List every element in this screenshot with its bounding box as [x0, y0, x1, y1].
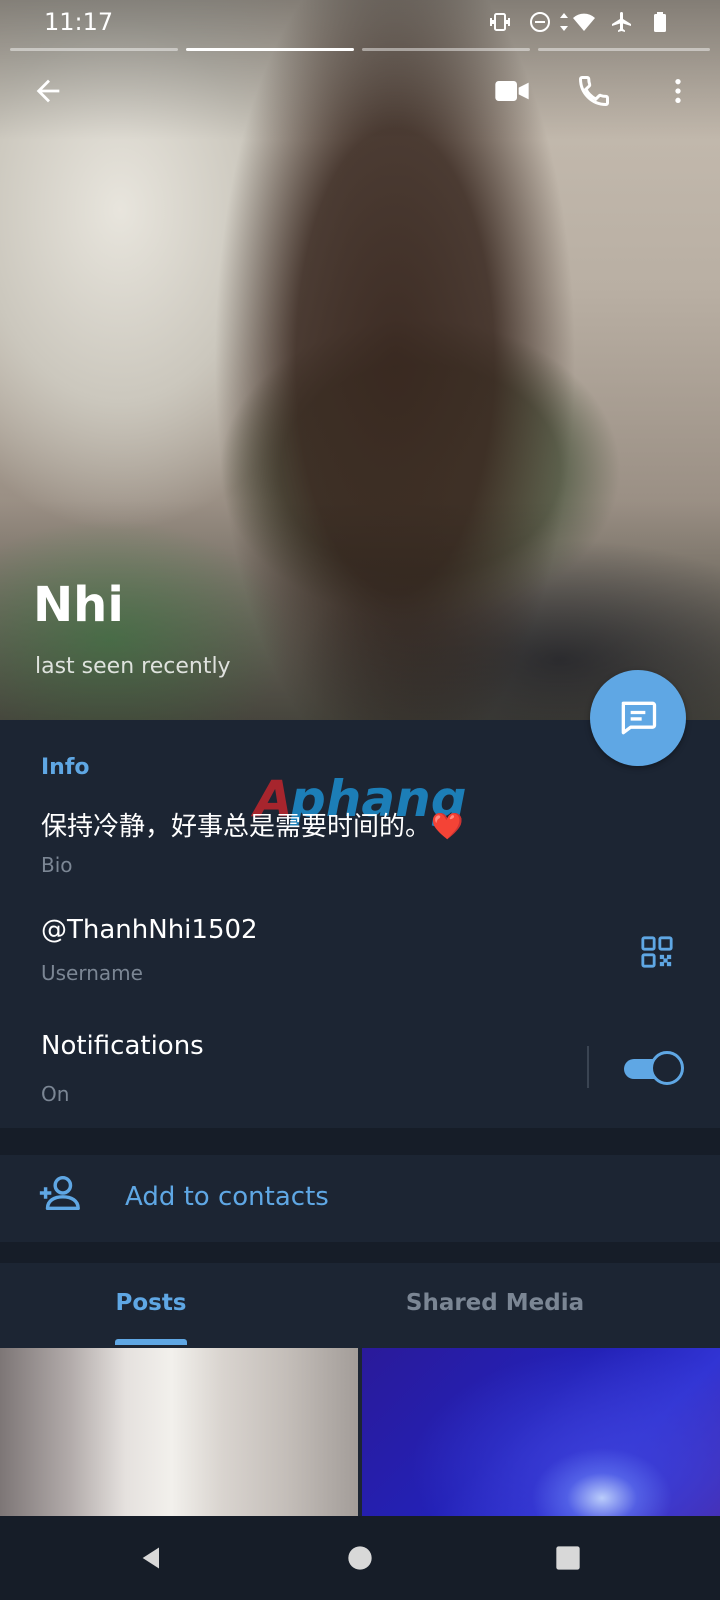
tab-shared-media[interactable]: Shared Media: [390, 1290, 600, 1316]
more-vert-icon: [675, 79, 681, 103]
story-progress-segment-active: [186, 48, 354, 51]
nav-back-icon: [142, 1547, 159, 1569]
status-time: 11:17: [44, 8, 114, 36]
toggle-knob: [650, 1051, 684, 1085]
add-to-contacts-row[interactable]: [0, 1155, 720, 1242]
battery-icon: [654, 12, 666, 32]
back-arrow-icon: [36, 79, 60, 103]
message-fab-button[interactable]: [590, 670, 686, 766]
video-call-icon: [495, 81, 529, 101]
nav-recents-button[interactable]: [538, 1528, 598, 1588]
airplane-icon: [612, 12, 631, 32]
story-progress-segment: [362, 48, 530, 51]
system-nav-bar: [0, 1516, 720, 1600]
more-options-button[interactable]: [650, 63, 706, 119]
post-thumbnail[interactable]: [0, 1348, 358, 1516]
story-progress-segment: [538, 48, 710, 51]
post-thumbnail[interactable]: [362, 1348, 720, 1516]
notifications-label[interactable]: Notifications: [41, 1031, 204, 1061]
video-call-button[interactable]: [484, 63, 540, 119]
divider: [587, 1046, 589, 1088]
info-section-title: Info: [41, 755, 90, 780]
phone-icon: [578, 76, 609, 107]
vibrate-icon: [490, 13, 510, 31]
profile-name: Nhi: [33, 577, 124, 633]
voice-call-button[interactable]: [566, 63, 622, 119]
wifi-icon: [573, 13, 595, 31]
last-seen-status: last seen recently: [35, 654, 231, 679]
add-to-contacts-button[interactable]: Add to contacts: [125, 1182, 329, 1212]
nav-home-icon: [348, 1546, 372, 1570]
section-separator: [0, 1128, 720, 1155]
username-text[interactable]: @ThanhNhi1502: [41, 915, 258, 945]
chat-bubble-icon: [621, 701, 657, 735]
story-progress-segment: [10, 48, 178, 51]
notifications-state: On: [41, 1082, 70, 1106]
add-person-icon: [39, 1175, 80, 1211]
qr-code-icon[interactable]: [640, 935, 674, 969]
dnd-icon: [530, 12, 550, 32]
tab-active-indicator: [115, 1339, 187, 1345]
back-button[interactable]: [20, 63, 76, 119]
status-bar: 11:17: [0, 0, 720, 44]
section-separator: [0, 1242, 720, 1263]
bio-label: Bio: [41, 853, 73, 877]
bio-text[interactable]: 保持冷静，好事总是需要时间的。❤️: [41, 806, 463, 843]
nav-recents-icon: [556, 1546, 580, 1570]
tab-posts[interactable]: Posts: [96, 1290, 206, 1316]
username-label: Username: [41, 961, 143, 985]
nav-back-button[interactable]: [122, 1528, 182, 1588]
notifications-toggle[interactable]: [624, 1050, 684, 1086]
nav-home-button[interactable]: [330, 1528, 390, 1588]
